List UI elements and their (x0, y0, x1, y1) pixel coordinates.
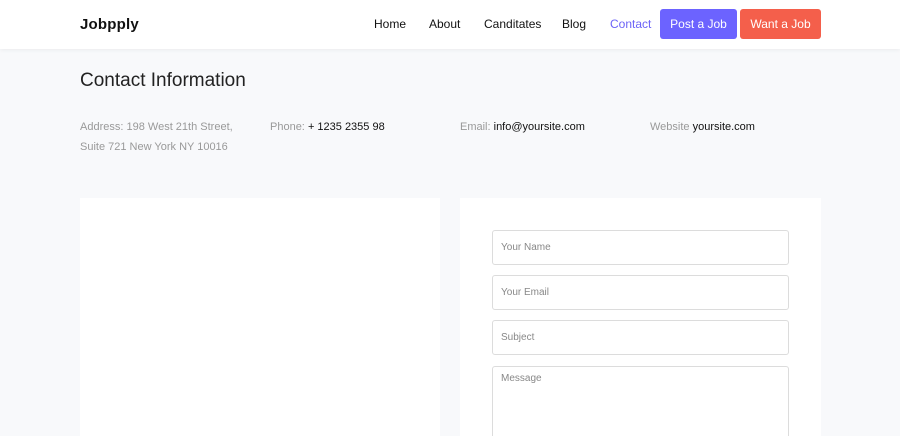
subject-input[interactable] (492, 320, 789, 355)
nav-link-about[interactable]: About (429, 17, 460, 31)
email-info: Email: info@yoursite.com (460, 117, 585, 137)
nav-link-contact[interactable]: Contact (610, 17, 651, 31)
navbar: Jobpply Home About Canditates Blog Conta… (0, 0, 900, 49)
email-input[interactable] (492, 275, 789, 310)
name-input[interactable] (492, 230, 789, 265)
message-textarea[interactable] (492, 366, 789, 436)
nav-link-home[interactable]: Home (374, 17, 406, 31)
website-label: Website (650, 121, 690, 133)
address-label: Address: (80, 121, 124, 133)
nav-link-blog[interactable]: Blog (562, 17, 586, 31)
website-value[interactable]: yoursite.com (693, 121, 755, 133)
want-job-button[interactable]: Want a Job (740, 9, 821, 39)
website-info: Website yoursite.com (650, 117, 755, 137)
brand-logo[interactable]: Jobpply (80, 16, 139, 33)
map-panel (80, 198, 440, 436)
phone-value[interactable]: + 1235 2355 98 (308, 121, 385, 133)
phone-label: Phone: (270, 121, 305, 133)
phone-info: Phone: + 1235 2355 98 (270, 117, 385, 137)
address-line1: 198 West 21th Street, (126, 121, 233, 133)
address-line2: Suite 721 New York NY 10016 (80, 141, 228, 153)
nav-link-candidates[interactable]: Canditates (484, 17, 541, 31)
address-info: Address: 198 West 21th Street, Suite 721… (80, 117, 250, 157)
email-value[interactable]: info@yoursite.com (494, 121, 585, 133)
post-job-button[interactable]: Post a Job (660, 9, 737, 39)
page-title: Contact Information (80, 70, 246, 91)
email-label: Email: (460, 121, 491, 133)
